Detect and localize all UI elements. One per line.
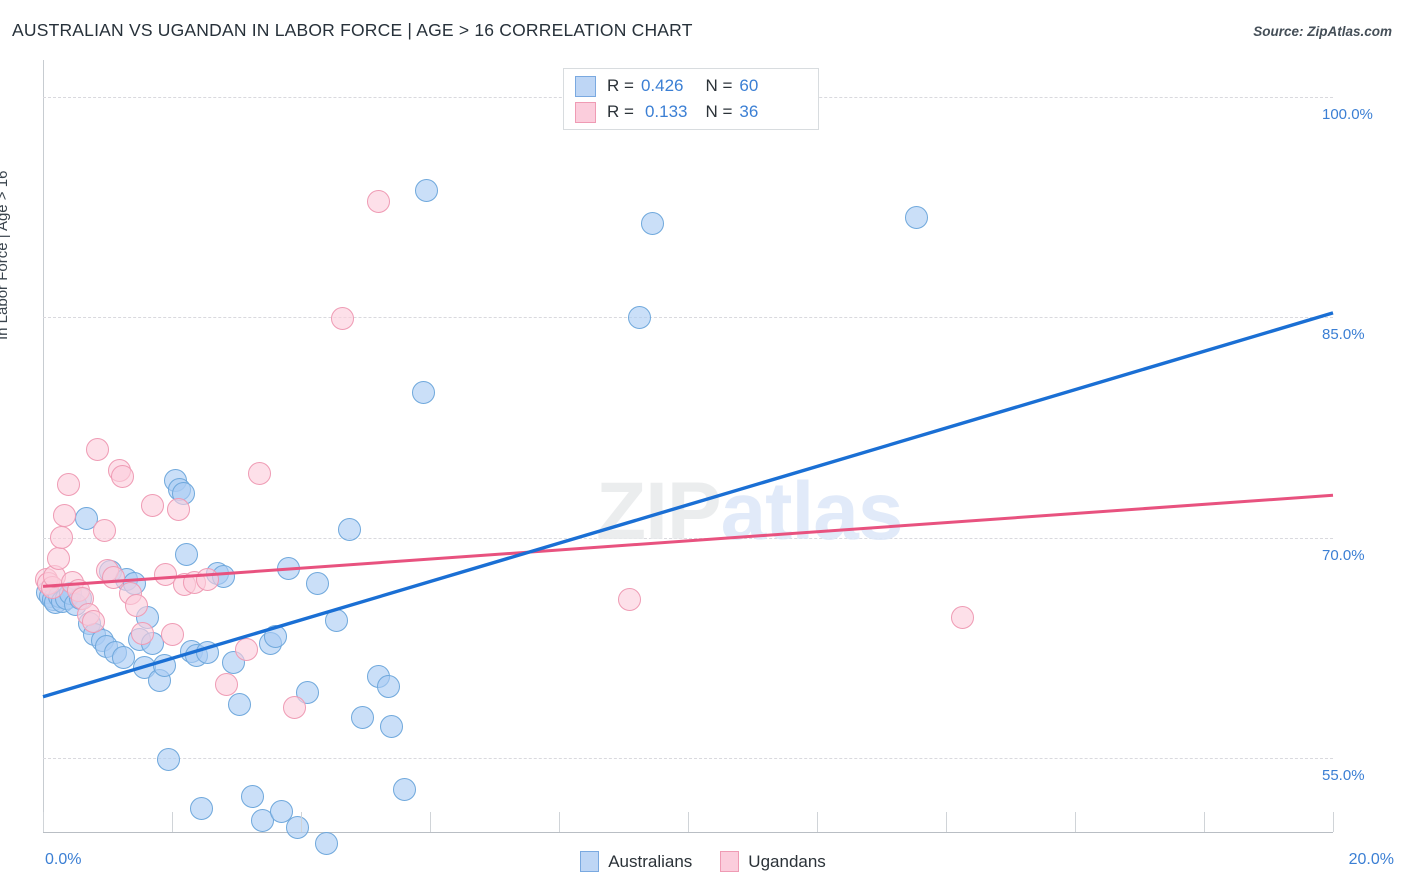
correlation-chart: AUSTRALIAN VS UGANDAN IN LABOR FORCE | A… [0, 0, 1406, 892]
trendline-australians [42, 311, 1334, 699]
trendlines [42, 311, 1334, 699]
x-axis-tick [817, 812, 818, 832]
n-value-ugandans: 36 [739, 102, 759, 121]
r-label-ugandans: R = [607, 102, 634, 121]
series-legend: Australians Ugandans [0, 851, 1406, 872]
x-axis-tick [559, 812, 560, 832]
source-attribution: Source: ZipAtlas.com [1253, 24, 1392, 39]
x-axis-tick [1333, 812, 1334, 832]
y-axis-label: 70.0% [1322, 546, 1365, 564]
x-axis-tick [1204, 812, 1205, 832]
y-axis-title: In Labor Force | Age > 16 [0, 170, 11, 340]
x-axis-tick [688, 812, 689, 832]
r-value-australians: 0.426 [640, 76, 684, 95]
n-value-australians: 60 [739, 76, 759, 95]
n-label-australians: N = [705, 76, 733, 95]
page-title: AUSTRALIAN VS UGANDAN IN LABOR FORCE | A… [12, 20, 693, 40]
legend-swatch-ugandans-icon [720, 851, 740, 872]
y-axis-label: 100.0% [1322, 105, 1373, 123]
x-axis-tick [172, 812, 173, 832]
y-axis-label: 55.0% [1322, 767, 1365, 785]
x-axis-tick [946, 812, 947, 832]
correlation-row-ugandans: R = 0.133 N = 36 [575, 99, 758, 125]
n-label-ugandans: N = [705, 102, 733, 121]
correlation-row-australians: R = 0.426 N = 60 [575, 73, 758, 99]
x-axis-line [43, 832, 1333, 833]
r-value-ugandans: 0.133 [644, 102, 688, 121]
legend-item-ugandans[interactable]: Ugandans [720, 851, 826, 872]
trendline-ugandans [42, 493, 1334, 588]
y-axis-label: 85.0% [1322, 326, 1365, 344]
legend-swatch-australians-icon [580, 851, 600, 872]
x-axis-tick [430, 812, 431, 832]
correlation-legend-box: R = 0.426 N = 60 R = 0.133 N = 36 [563, 68, 819, 130]
plot-area: ZIPatlas [34, 60, 1334, 856]
x-axis-tick [301, 812, 302, 832]
legend-label-australians: Australians [608, 851, 693, 871]
swatch-australians-icon [575, 75, 596, 97]
x-axis-tick [43, 812, 44, 832]
r-label-australians: R = [607, 76, 634, 95]
legend-item-australians[interactable]: Australians [580, 851, 692, 872]
legend-label-ugandans: Ugandans [748, 851, 826, 871]
x-axis-tick [1075, 812, 1076, 832]
swatch-ugandans-icon [575, 101, 596, 123]
